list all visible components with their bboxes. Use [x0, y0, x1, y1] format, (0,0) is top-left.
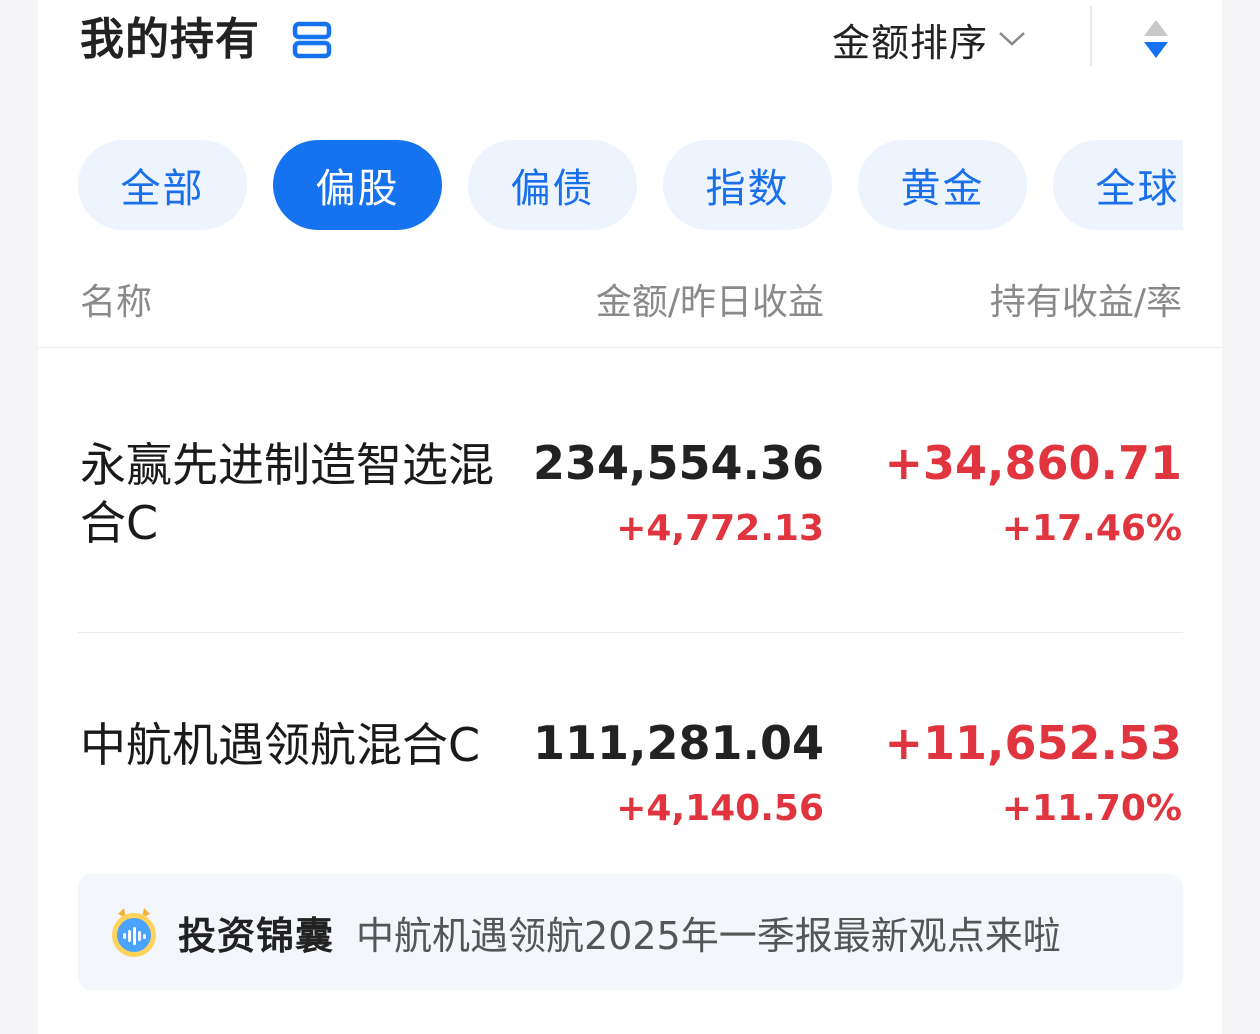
category-tabs: 全部 偏股 偏债 指数 黄金 全球: [78, 140, 1183, 232]
column-header-holding: 持有收益/率: [989, 282, 1182, 323]
card-view-icon[interactable]: [292, 21, 332, 59]
header-divider: [1090, 6, 1092, 66]
column-header-name: 名称: [80, 282, 153, 323]
fund-day-gain: +4,772.13: [616, 508, 824, 549]
sort-label: 金额排序: [832, 20, 989, 65]
row-divider: [78, 632, 1183, 633]
tab-global[interactable]: 全球: [1053, 140, 1183, 230]
fund-hold-gain: +11,652.53: [884, 716, 1182, 770]
header-divider-line: [38, 347, 1222, 348]
banner-text: 中航机遇领航2025年一季报最新观点来啦: [356, 913, 1061, 958]
fund-hold-gain: +34,860.71: [884, 436, 1182, 490]
fund-name-line2: 合C: [80, 496, 159, 550]
investment-tips-banner[interactable]: 投资锦囊 中航机遇领航2025年一季报最新观点来啦: [78, 874, 1183, 990]
sort-dropdown[interactable]: 金额排序: [832, 12, 1026, 66]
fund-day-gain: +4,140.56: [616, 788, 824, 829]
tab-bond[interactable]: 偏债: [468, 140, 637, 230]
fund-hold-rate: +11.70%: [1001, 788, 1182, 829]
fund-name-line1: 永赢先进制造智选混: [80, 438, 494, 492]
fund-hold-rate: +17.46%: [1001, 508, 1182, 549]
banner-tag: 投资锦囊: [178, 913, 335, 958]
tab-all[interactable]: 全部: [78, 140, 247, 230]
fund-name-line1: 中航机遇领航混合C: [80, 718, 481, 772]
fund-amount: 111,281.04: [532, 716, 824, 770]
tab-index[interactable]: 指数: [663, 140, 832, 230]
page-title: 我的持有: [80, 14, 260, 65]
holdings-card: 我的持有 金额排序 全部 偏股 偏债 指数 黄金 全球 名称 金额/昨日收益 持…: [38, 0, 1222, 1034]
sort-order-icon[interactable]: [1141, 18, 1171, 60]
chevron-down-icon: [999, 32, 1025, 46]
tab-gold[interactable]: 黄金: [858, 140, 1027, 230]
column-header-amount: 金额/昨日收益: [595, 282, 824, 323]
fund-amount: 234,554.36: [532, 436, 824, 490]
robot-mascot-icon: [112, 908, 156, 957]
tab-equity[interactable]: 偏股: [273, 140, 442, 230]
